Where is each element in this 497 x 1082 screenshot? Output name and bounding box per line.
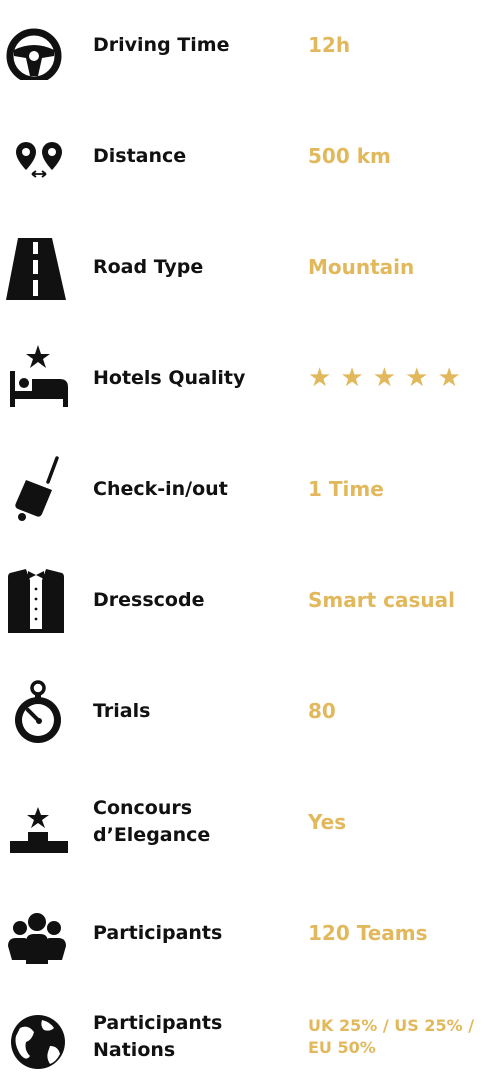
- info-row-check-in-out: Check-in/out 1 Time: [0, 444, 497, 534]
- label-hotels-quality: Hotels Quality: [93, 366, 246, 389]
- info-row-road-type: Road Type Mountain: [0, 222, 497, 312]
- label-trials: Trials: [93, 699, 151, 722]
- info-row-concours: Concours d’Elegance Yes: [0, 777, 497, 867]
- value-driving-time: 12h: [308, 33, 351, 57]
- people-group-icon: [2, 898, 70, 968]
- label-driving-time: Driving Time: [93, 33, 230, 56]
- road-icon: [2, 232, 70, 302]
- info-row-participants-nations: Participants Nations UK 25% / US 25% / E…: [0, 992, 497, 1082]
- info-row-trials: Trials 80: [0, 666, 497, 756]
- value-road-type: Mountain: [308, 255, 415, 279]
- value-trials: 80: [308, 699, 336, 723]
- steering-wheel-icon: [2, 10, 70, 80]
- stopwatch-icon: [2, 676, 70, 746]
- info-row-distance: Distance 500 km: [0, 111, 497, 201]
- label-participants-nations: Participants Nations: [93, 1012, 223, 1061]
- value-participants-nations: UK 25% / US 25% / EU 50%: [308, 1016, 475, 1057]
- label-road-type: Road Type: [93, 255, 204, 278]
- info-row-hotels-quality: Hotels Quality ★ ★ ★ ★ ★: [0, 333, 497, 423]
- label-participants: Participants: [93, 921, 223, 944]
- value-concours: Yes: [308, 810, 347, 834]
- value-participants: 120 Teams: [308, 921, 428, 945]
- distance-pins-icon: [2, 121, 70, 191]
- value-check-in-out: 1 Time: [308, 477, 384, 501]
- hotel-bed-icon: [2, 343, 70, 413]
- value-dresscode: Smart casual: [308, 588, 455, 612]
- label-concours: Concours d’Elegance: [93, 797, 211, 846]
- podium-icon: [2, 787, 70, 857]
- globe-icon: [2, 1002, 70, 1072]
- label-distance: Distance: [93, 144, 187, 167]
- value-distance: 500 km: [308, 144, 391, 168]
- info-row-driving-time: Driving Time 12h: [0, 0, 497, 90]
- value-hotels-quality-stars: ★ ★ ★ ★ ★: [308, 363, 461, 393]
- label-dresscode: Dresscode: [93, 588, 205, 611]
- info-row-participants: Participants 120 Teams: [0, 888, 497, 978]
- luggage-icon: [2, 454, 70, 524]
- tuxedo-icon: [2, 565, 70, 635]
- label-check-in-out: Check-in/out: [93, 477, 228, 500]
- info-row-dresscode: Dresscode Smart casual: [0, 555, 497, 645]
